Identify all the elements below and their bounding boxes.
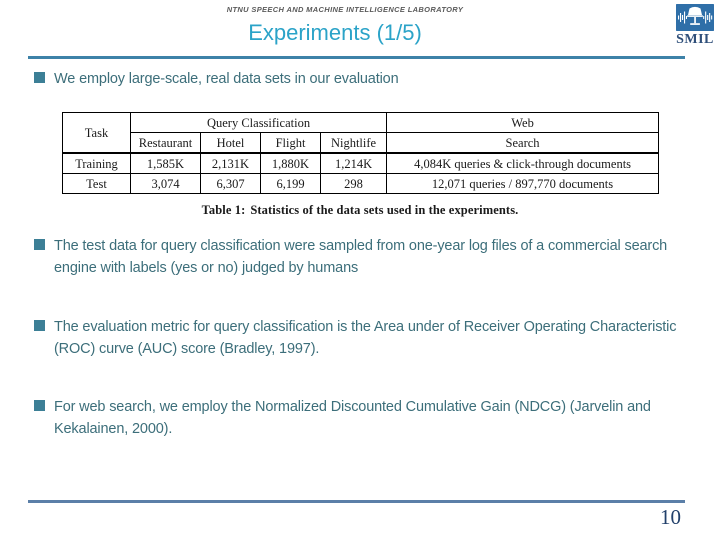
table-caption: Table 1: Statistics of the data sets used… [62,203,658,218]
statistics-figure: Task Query Classification Web Restaurant… [62,112,660,218]
cell-test-web: 12,071 queries / 897,770 documents [386,173,660,194]
cell-training-restaurant: 1,585K [130,152,201,174]
bullet-text: The test data for query classification w… [54,238,668,276]
header-cell-restaurant: Restaurant [130,132,201,154]
organization-label: NTNU SPEECH AND MACHINE INTELLIGENCE LAB… [226,5,464,14]
header-cell-search: Search [386,132,660,154]
table-header-row-2: Restaurant Hotel Flight Nightlife Search [63,132,660,154]
page-title: Experiments (1/5) [248,20,422,45]
cell-training-flight: 1,880K [260,152,321,174]
cell-training-web: 4,084K queries & click-through documents [386,152,660,174]
bullet-item: The evaluation metric for query classifi… [34,316,689,360]
cell-training-hotel: 2,131K [200,152,261,174]
header-cell-nightlife: Nightlife [319,132,388,154]
bullet-text: The evaluation metric for query classifi… [54,319,677,357]
cell-test-hotel: 6,307 [200,173,261,194]
bullet-item: The test data for query classification w… [34,235,689,279]
bullet-text: For web search, we employ the Normalized… [54,399,651,437]
cell-test-flight: 6,199 [260,173,321,194]
page-number: 10 [660,505,681,529]
footer-divider [28,500,685,503]
bullet-text: We employ large-scale, real data sets in… [54,71,399,87]
slide-header: NTNU SPEECH AND MACHINE INTELLIGENCE LAB… [0,0,720,60]
header-cell-task: Task [62,112,131,154]
smil-logo: SMIL [672,4,718,47]
header-cell-web: Web [386,112,660,133]
cell-test-nightlife: 298 [319,173,388,194]
caption-text: Statistics of the data sets used in the … [250,203,519,217]
row-label-test: Test [62,173,131,194]
square-bullet-icon [34,400,45,411]
header-cell-hotel: Hotel [200,132,261,154]
bullet-item: We employ large-scale, real data sets in… [34,68,674,90]
square-bullet-icon [34,239,45,250]
header-divider [28,56,685,59]
logo-label: SMIL [676,32,714,47]
caption-number: Table 1: [201,203,246,217]
table-row: Training 1,585K 2,131K 1,880K 1,214K 4,0… [62,152,660,174]
cell-training-nightlife: 1,214K [319,152,388,174]
table-row: Test 3,074 6,307 6,199 298 12,071 querie… [62,173,660,194]
square-bullet-icon [34,320,45,331]
table-header-row-1: Task Query Classification Web [62,112,660,154]
cell-test-restaurant: 3,074 [130,173,201,194]
square-bullet-icon [34,72,45,83]
row-label-training: Training [62,152,131,174]
header-cell-flight: Flight [260,132,321,154]
bullet-item: For web search, we employ the Normalized… [34,396,689,440]
header-cell-query-classification: Query Classification [129,112,388,133]
statistics-table: Task Query Classification Web Restaurant… [62,112,660,194]
microphone-waveform-icon [676,4,714,31]
